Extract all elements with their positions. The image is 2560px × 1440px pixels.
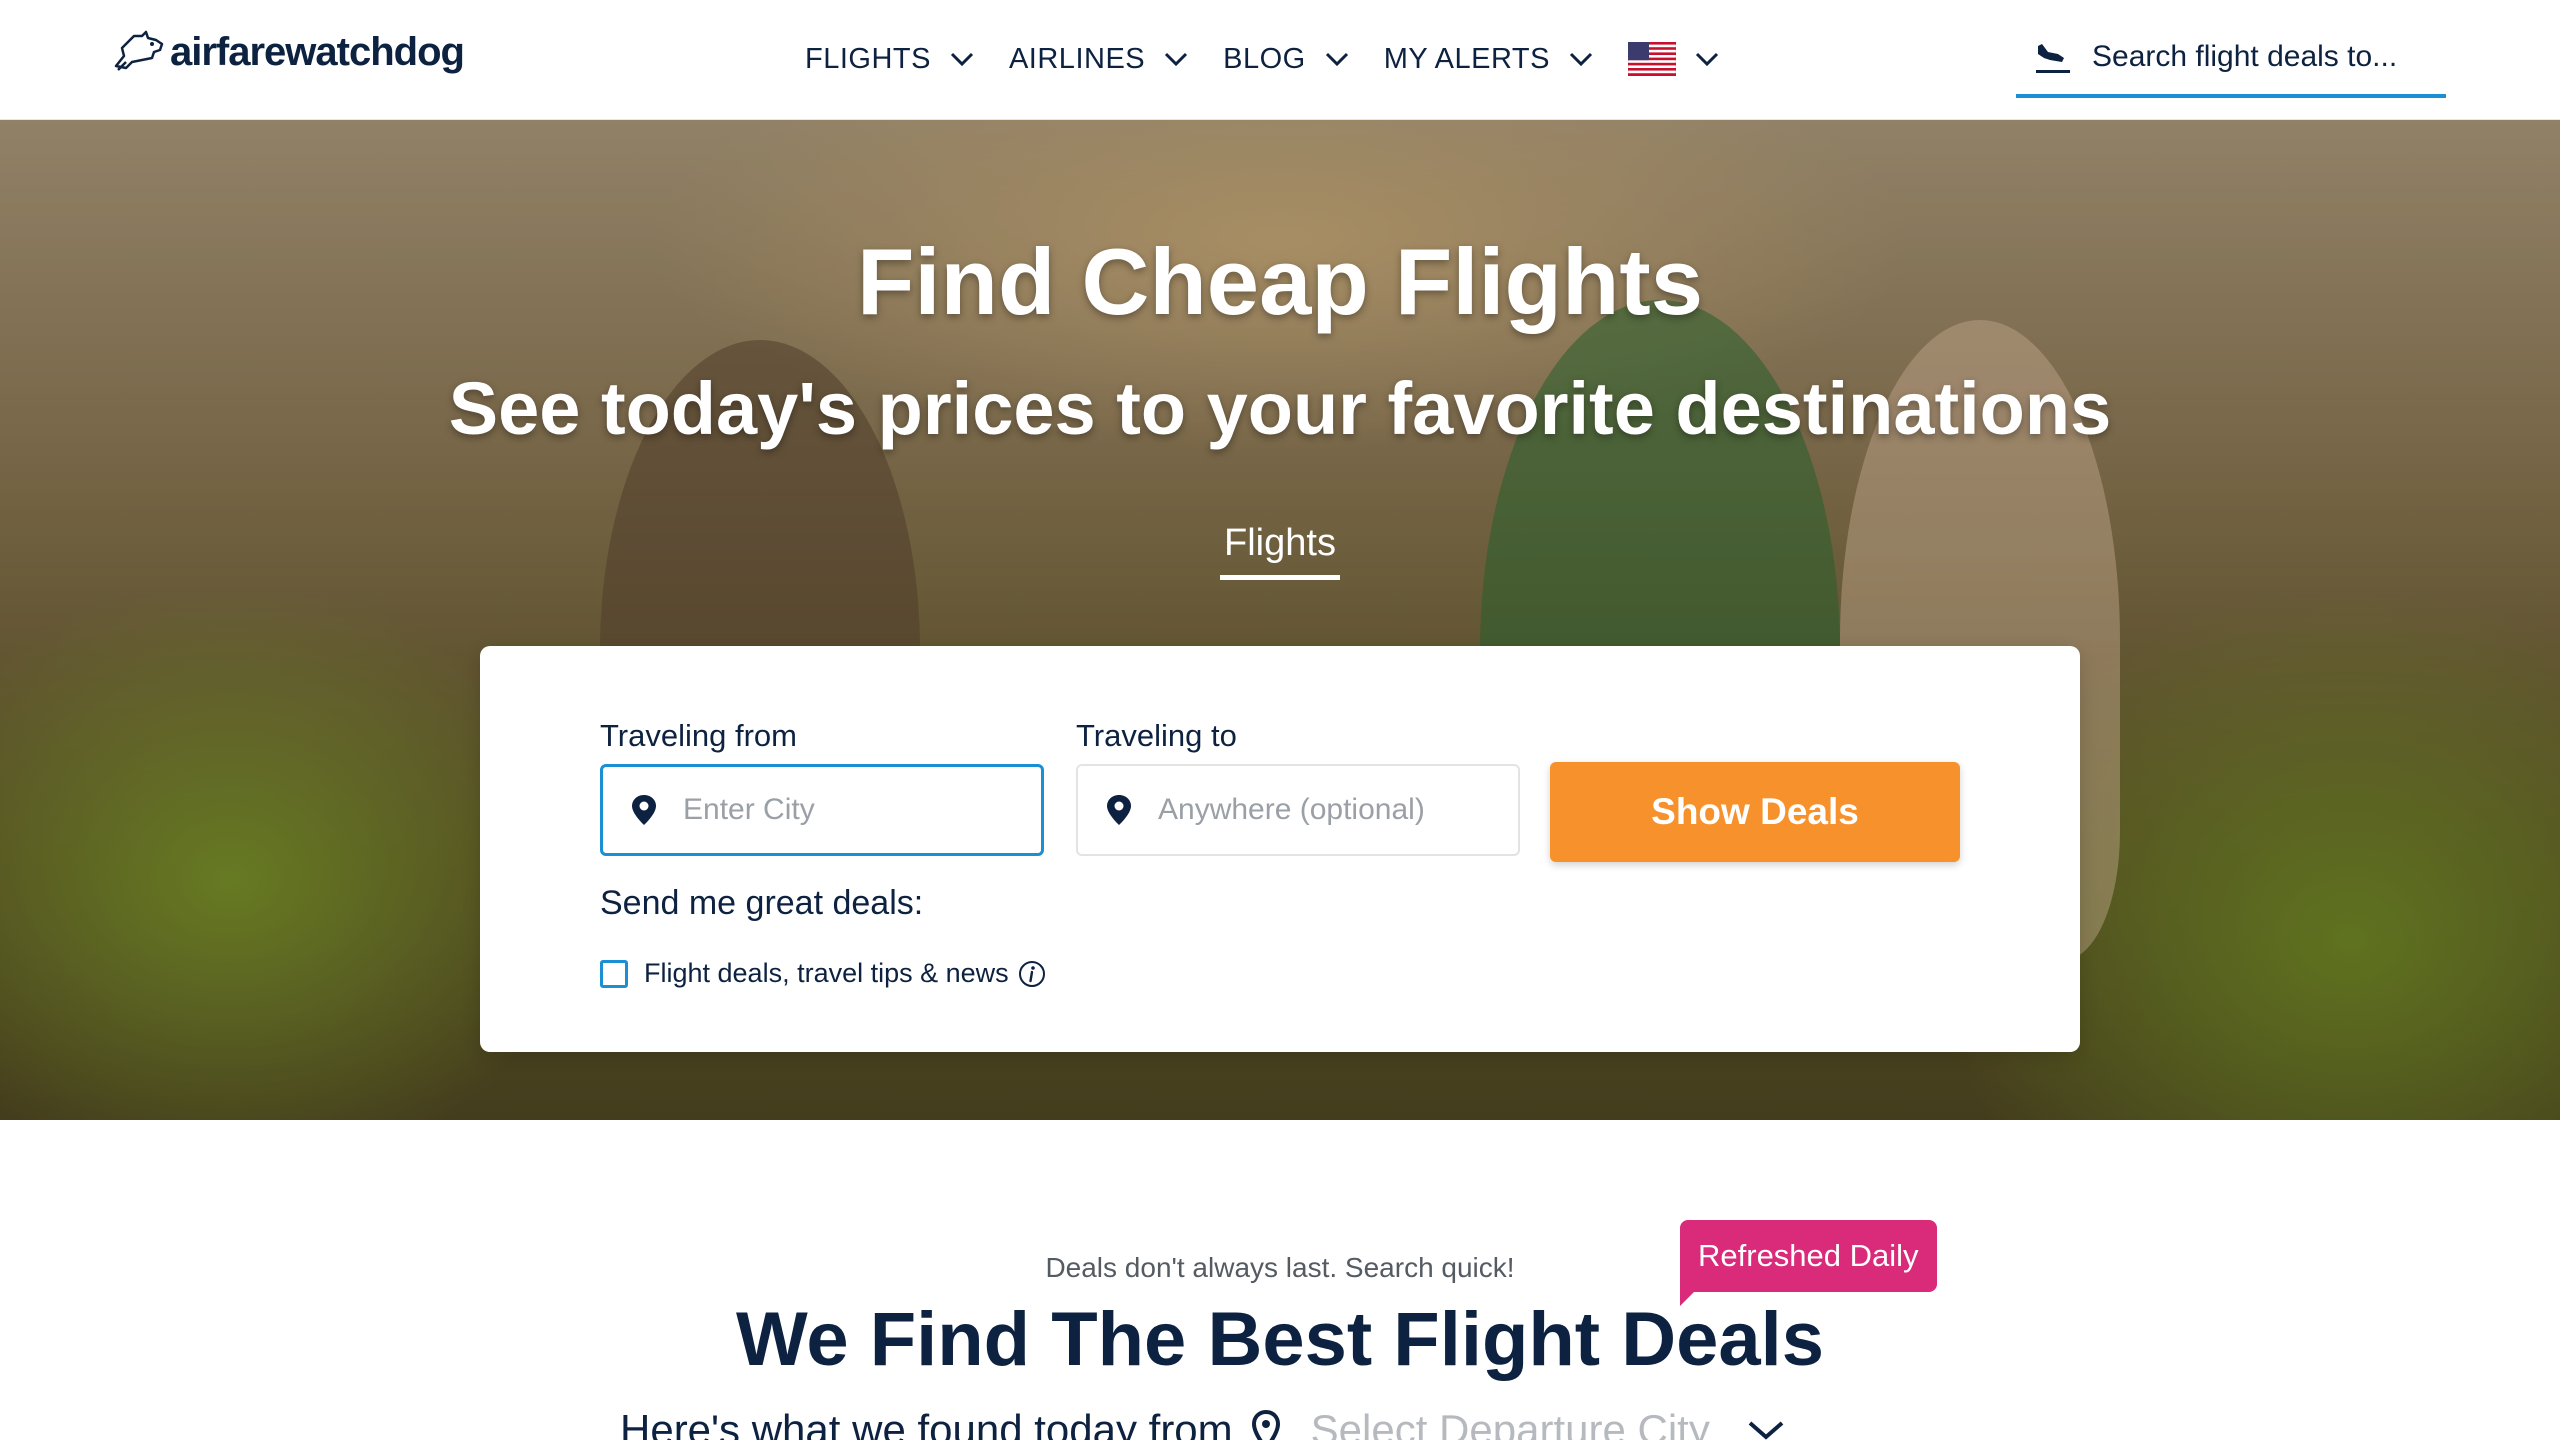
nav-airlines-label: AIRLINES: [1008, 42, 1146, 75]
chevron-down-icon: [950, 52, 974, 67]
deals-subline-prefix: Here's what we found today from: [620, 1406, 1233, 1440]
hero-title: Find Cheap Flights: [857, 229, 1703, 334]
refreshed-daily-badge: Refreshed Daily: [1680, 1220, 1937, 1292]
from-city-input[interactable]: Enter City: [600, 764, 1044, 856]
country-selector[interactable]: [1627, 42, 1720, 76]
chevron-down-icon: [1165, 52, 1188, 67]
hero-subtitle: See today's prices to your favorite dest…: [448, 367, 2112, 450]
us-flag-icon: [1627, 42, 1676, 76]
to-city-input[interactable]: Anywhere (optional): [1076, 764, 1520, 856]
to-city-placeholder: Anywhere (optional): [1158, 793, 1425, 826]
nav-flights-label: FLIGHTS: [805, 42, 931, 75]
nav-my-alerts-label: MY ALERTS: [1383, 42, 1550, 75]
logo-text: airfarewatchdog: [170, 29, 465, 74]
info-icon[interactable]: [1017, 959, 1047, 989]
deals-tagline: Deals don't always last. Search quick!: [1045, 1252, 1515, 1283]
nav-blog-label: BLOG: [1223, 42, 1306, 75]
show-deals-button[interactable]: Show Deals: [1550, 762, 1960, 862]
plane-landing-icon: [2036, 44, 2070, 73]
deals-subline: Here's what we found today from Select D…: [620, 1400, 1786, 1440]
departure-city-select[interactable]: Select Departure City: [1311, 1406, 1710, 1440]
map-pin-icon: [632, 795, 656, 825]
send-deals-label: Send me great deals:: [600, 884, 924, 922]
header-search-placeholder: Search flight deals to...: [2092, 40, 2398, 73]
from-label: Traveling from: [600, 718, 797, 753]
nav-flights[interactable]: FLIGHTS: [805, 43, 975, 76]
chevron-down-icon: [1569, 52, 1593, 67]
chevron-down-icon: [1695, 52, 1719, 67]
newsletter-opt-in: Flight deals, travel tips & news: [600, 958, 1047, 989]
newsletter-checkbox-label[interactable]: Flight deals, travel tips & news: [644, 958, 1009, 989]
site-logo[interactable]: airfarewatchdog: [112, 22, 465, 82]
newsletter-checkbox[interactable]: [600, 959, 628, 988]
nav-airlines[interactable]: AIRLINES: [1009, 43, 1189, 76]
nav-my-alerts[interactable]: MY ALERTS: [1384, 43, 1594, 76]
header-search[interactable]: Search flight deals to...: [2016, 20, 2446, 98]
from-city-placeholder: Enter City: [683, 793, 815, 826]
site-header: airfarewatchdog FLIGHTS AIRLINES BLOG MY…: [0, 0, 2560, 120]
dog-logo-icon: [114, 30, 164, 71]
map-pin-icon: [1251, 1410, 1280, 1440]
nav-blog[interactable]: BLOG: [1223, 43, 1350, 76]
main-nav: FLIGHTS AIRLINES BLOG MY ALERTS: [805, 34, 1720, 84]
hero-banner: Find Cheap Flights See today's prices to…: [0, 120, 2560, 1120]
search-card: Traveling from Enter City Traveling to A…: [480, 646, 2080, 1052]
to-label: Traveling to: [1076, 718, 1237, 753]
map-pin-icon: [1107, 795, 1131, 825]
tab-flights[interactable]: Flights: [1220, 522, 1340, 580]
deals-section-title: We Find The Best Flight Deals: [735, 1297, 1825, 1382]
chevron-down-icon: [1325, 52, 1348, 67]
chevron-down-icon[interactable]: [1746, 1419, 1786, 1440]
